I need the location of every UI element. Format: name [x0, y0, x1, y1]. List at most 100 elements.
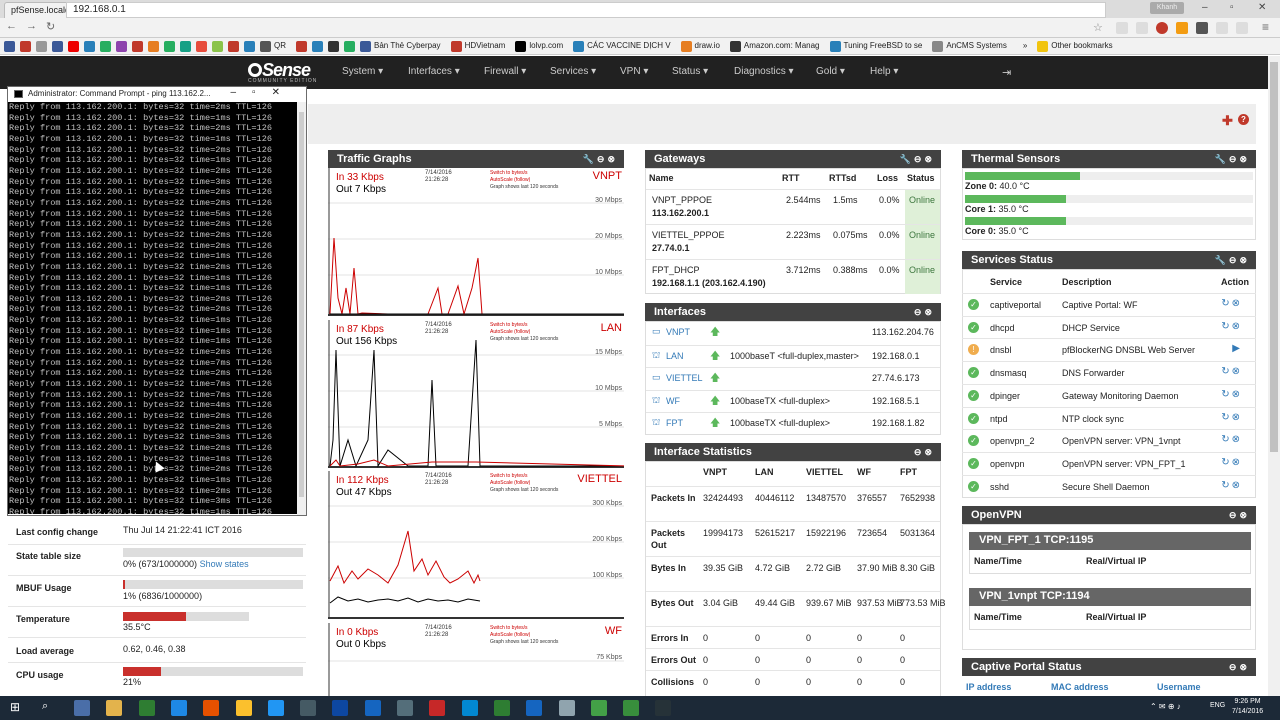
col-ip-address[interactable]: IP address: [966, 682, 1011, 692]
adblock-icon[interactable]: [1156, 22, 1168, 34]
panel-controls-icons[interactable]: ⊖⊗: [1229, 658, 1250, 676]
bookmark-lolvp[interactable]: lolvp.com: [529, 41, 563, 50]
taskbar-app-icon[interactable]: [203, 700, 220, 716]
taskbar-app-icon[interactable]: [461, 700, 478, 716]
graph-options[interactable]: Switch to bytes/s AutoScale (follow) Graph…: [490, 170, 558, 191]
panel-controls-icons[interactable]: 🔧⊖⊗: [1215, 251, 1250, 269]
reload-icon[interactable]: ↻: [46, 20, 55, 33]
bookmark-icon[interactable]: [196, 41, 207, 52]
minimize-icon[interactable]: –: [1202, 2, 1208, 13]
start-icon[interactable]: ▶: [1232, 343, 1242, 354]
forward-icon[interactable]: →: [26, 20, 37, 32]
tray-icons[interactable]: ⌃ ✉ ⊕ ♪: [1150, 702, 1181, 711]
extension-icon[interactable]: [1216, 22, 1228, 34]
taskbar-app-icon[interactable]: [493, 700, 510, 716]
bookmark-ancms[interactable]: AnCMS Systems: [946, 41, 1006, 50]
taskbar-clock[interactable]: 9:26 PM 7/14/2016: [1232, 697, 1263, 717]
profile-user[interactable]: Khanh: [1150, 2, 1184, 14]
menu-system[interactable]: System ▾: [342, 66, 383, 77]
extension-icon[interactable]: [1116, 22, 1128, 34]
bookmark-icon[interactable]: [180, 41, 191, 52]
taskbar-app-icon[interactable]: [590, 700, 607, 716]
menu-gold[interactable]: Gold ▾: [816, 66, 845, 77]
bookmark-freebsd[interactable]: Tuning FreeBSD to se: [844, 41, 923, 50]
panel-controls-icons[interactable]: 🔧⊖⊗: [900, 150, 935, 168]
menu-help[interactable]: Help ▾: [870, 66, 898, 77]
taskbar-app-icon[interactable]: [397, 700, 413, 716]
restart-stop-icons[interactable]: ↻⊗: [1221, 366, 1242, 377]
bookmark-drawio[interactable]: draw.io: [695, 41, 720, 50]
bookmark-icon[interactable]: [312, 41, 323, 52]
bookmark-icon[interactable]: [116, 41, 127, 52]
bookmark-qr[interactable]: QR: [274, 41, 286, 50]
bookmark-vaccine[interactable]: CÁC VACCINE DỊCH V: [587, 41, 670, 50]
bookmark-icon[interactable]: [20, 41, 31, 52]
extension-icon[interactable]: [1196, 22, 1208, 34]
bookmark-overflow-icon[interactable]: »: [1023, 41, 1027, 50]
help-icon[interactable]: ?: [1238, 114, 1249, 125]
traffic-graph-vnpt[interactable]: In 33 Kbps Out 7 Kbps VNPT 7/14/2016 21:26:2…: [328, 168, 624, 316]
menu-vpn[interactable]: VPN ▾: [620, 66, 648, 77]
col-mac-address[interactable]: MAC address: [1051, 682, 1109, 692]
graph-options[interactable]: Switch to bytes/s AutoScale (follow) Graph…: [490, 625, 558, 646]
menu-interfaces[interactable]: Interfaces ▾: [408, 66, 460, 77]
bookmark-icon[interactable]: [68, 41, 79, 52]
taskbar-app-icon[interactable]: [623, 700, 640, 716]
bookmark-icon[interactable]: [100, 41, 111, 52]
interface-link[interactable]: VIETTEL: [666, 373, 703, 383]
cmd-titlebar[interactable]: Administrator: Command Prompt - ping 113…: [8, 87, 306, 101]
scrollbar-thumb[interactable]: [1270, 62, 1278, 452]
bookmark-icon[interactable]: [573, 41, 585, 52]
bookmark-icon[interactable]: [932, 41, 944, 52]
interface-link[interactable]: LAN: [666, 351, 684, 361]
star-icon[interactable]: ☆: [1093, 21, 1103, 34]
panel-controls-icons[interactable]: ⊖⊗: [1229, 506, 1250, 524]
cmd-scrollbar[interactable]: [297, 102, 306, 515]
traffic-graph-wf[interactable]: In 0 Kbps Out 0 Kbps WF 7/14/2016 21:26:28 Sw…: [328, 623, 624, 696]
panel-controls-icons[interactable]: ⊖⊗: [914, 443, 935, 461]
search-icon[interactable]: ⌕: [42, 700, 48, 713]
menu-status[interactable]: Status ▾: [672, 66, 708, 77]
taskbar-app-icon[interactable]: [235, 700, 252, 716]
interface-link[interactable]: VNPT: [666, 327, 690, 337]
bookmark-icon[interactable]: [360, 41, 371, 52]
panel-controls-icons[interactable]: 🔧⊖⊗: [1215, 150, 1250, 168]
panel-controls-icons[interactable]: 🔧⊖⊗: [583, 150, 618, 168]
extension-icon[interactable]: [1176, 22, 1188, 34]
col-username[interactable]: Username: [1157, 682, 1201, 692]
bookmark-icon[interactable]: [328, 41, 339, 52]
bookmark-icon[interactable]: [52, 41, 63, 52]
back-icon[interactable]: ←: [6, 20, 17, 32]
page-scrollbar[interactable]: [1268, 56, 1280, 696]
maximize-icon[interactable]: ▫: [1230, 2, 1234, 13]
extension-icon[interactable]: [1236, 22, 1248, 34]
menu-diagnostics[interactable]: Diagnostics ▾: [734, 66, 794, 77]
add-widget-icon[interactable]: ✚: [1222, 113, 1233, 129]
bookmark-icon[interactable]: [164, 41, 175, 52]
taskbar-app-icon[interactable]: [332, 700, 349, 716]
restart-stop-icons[interactable]: ↻⊗: [1221, 298, 1242, 309]
bookmark-icon[interactable]: [132, 41, 143, 52]
taskbar-app-icon[interactable]: [429, 700, 446, 716]
taskbar-app-icon[interactable]: [138, 700, 155, 716]
taskbar-app-icon[interactable]: [558, 700, 575, 716]
bookmark-icon[interactable]: [729, 41, 741, 52]
interface-link[interactable]: WF: [666, 396, 680, 406]
command-prompt-window[interactable]: Administrator: Command Prompt - ping 113…: [7, 86, 307, 516]
bookmark-icon[interactable]: [344, 41, 355, 52]
bookmark-hdvietnam[interactable]: HDVietnam: [465, 41, 506, 50]
traffic-graph-viettel[interactable]: In 112 Kbps Out 47 Kbps VIETTEL 7/14/2016 21…: [328, 471, 624, 619]
panel-controls-icons[interactable]: ⊖⊗: [914, 303, 935, 321]
bookmark-icon[interactable]: [296, 41, 307, 52]
taskbar-app-icon[interactable]: [655, 700, 672, 716]
bookmark-icon[interactable]: [260, 41, 271, 52]
bookmark-icon[interactable]: [148, 41, 159, 52]
restart-stop-icons[interactable]: ↻⊗: [1221, 412, 1242, 423]
bookmark-icon[interactable]: [84, 41, 95, 52]
bookmark-icon[interactable]: [680, 41, 692, 52]
restart-stop-icons[interactable]: ↻⊗: [1221, 389, 1242, 400]
bookmark-icon[interactable]: [228, 41, 239, 52]
bookmark-amazon[interactable]: Amazon.com: Manag: [744, 41, 820, 50]
restart-stop-icons[interactable]: ↻⊗: [1221, 457, 1242, 468]
graph-options[interactable]: Switch to bytes/s AutoScale (follow) Graph…: [490, 473, 558, 494]
